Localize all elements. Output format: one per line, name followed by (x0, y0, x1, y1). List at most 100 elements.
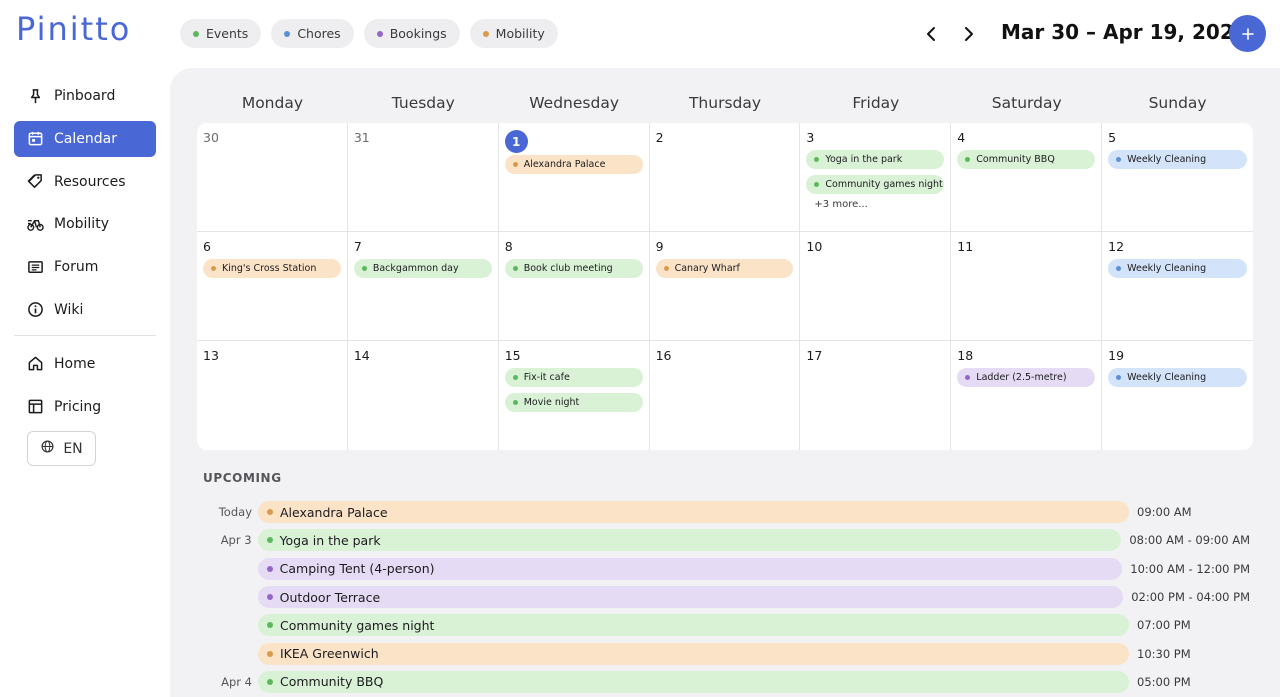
event-dot (1116, 266, 1122, 271)
calendar-event[interactable]: Weekly Cleaning (1108, 150, 1247, 169)
day-cell[interactable]: 12 Weekly Cleaning (1102, 232, 1253, 341)
upcoming-row: Camping Tent (4-person) 10:00 AM - 12:00 … (200, 555, 1250, 583)
language-button[interactable]: EN (27, 431, 96, 467)
date-range-title: Mar 30 – Apr 19, 2026 (1001, 20, 1248, 44)
weekday-friday: Friday (852, 94, 900, 112)
day-cell[interactable]: 9 Canary Wharf (649, 232, 801, 341)
upcoming-list: Today Alexandra Palace 09:00 AM Apr 3 Yoga i… (200, 498, 1250, 696)
sidebar-item-forum[interactable]: Forum (14, 249, 156, 285)
day-cell[interactable]: 30 (197, 123, 348, 232)
upcoming-event[interactable]: Yoga in the park (257, 529, 1122, 552)
calendar-event[interactable]: Backgammon day (353, 259, 492, 278)
calendar-event[interactable]: Fix-it cafe (504, 368, 643, 387)
event-label: Alexandra Palace (523, 159, 606, 170)
calendar-event[interactable]: Ladder (2.5-metre) (957, 368, 1096, 387)
calendar-event[interactable]: Community BBQ (957, 150, 1096, 169)
calendar-event[interactable]: Book club meeting (504, 259, 643, 278)
day-cell[interactable]: 6 King's Cross Station (197, 232, 348, 341)
calendar-event[interactable]: King's Cross Station (203, 259, 341, 278)
prev-period-button[interactable] (918, 20, 944, 48)
filter-chip-events[interactable]: Events (180, 19, 262, 48)
day-cell[interactable]: 4 Community BBQ (951, 123, 1103, 232)
upcoming-row: IKEA Greenwich 10:30 PM (200, 639, 1250, 667)
day-cell[interactable]: 15 Fix-it cafe Movie night (499, 341, 650, 450)
sidebar-item-label: Wiki (54, 301, 84, 318)
upcoming-row: Today Alexandra Palace 09:00 AM (200, 498, 1250, 526)
filter-chip-mobility[interactable]: Mobility (469, 19, 558, 48)
event-dot (1116, 157, 1122, 162)
add-event-button[interactable] (1229, 15, 1266, 52)
event-dot (663, 266, 669, 271)
filter-dot (193, 30, 199, 37)
upcoming-title: UPCOMING (203, 471, 282, 485)
day-cell[interactable]: 1 Alexandra Palace (498, 123, 650, 232)
upcoming-time: 08:00 AM - 09:00 AM (1129, 533, 1250, 548)
day-number: 8 (504, 239, 513, 254)
upcoming-date: Today (218, 505, 252, 520)
calendar-event[interactable]: Movie night (504, 392, 643, 412)
sidebar-item-resources[interactable]: Resources (14, 164, 156, 200)
sidebar-item-calendar[interactable]: Calendar (14, 120, 156, 157)
calendar-event[interactable]: Weekly Cleaning (1108, 259, 1247, 278)
day-cell[interactable]: 7 Backgammon day (347, 232, 499, 341)
sidebar-item-wiki[interactable]: Wiki (14, 292, 156, 328)
day-number: 9 (655, 239, 664, 254)
day-cell[interactable]: 10 (800, 232, 952, 341)
more-events-link[interactable]: +3 more... (806, 199, 944, 210)
day-number: 5 (1108, 130, 1117, 145)
calendar-grid: 30 31 1 Alexandra Palace 2 3 Yoga in the park C… (197, 123, 1253, 450)
day-cell[interactable]: 8 Book club meeting (498, 232, 650, 341)
sidebar-item-home[interactable]: Home (14, 346, 156, 382)
day-cell[interactable]: 18 Ladder (2.5-metre) (951, 341, 1103, 450)
sidebar-item-mobility[interactable]: Mobility (14, 206, 156, 242)
filter-chip-bookings[interactable]: Bookings (363, 19, 460, 48)
day-number: 12 (1108, 239, 1125, 254)
calendar-event[interactable]: Yoga in the park (806, 150, 945, 169)
main-panel: Monday Tuesday Wednesday Thursday Friday Satu… (170, 68, 1280, 697)
day-number: 10 (806, 239, 823, 254)
upcoming-event[interactable]: IKEA Greenwich (258, 642, 1129, 665)
calendar-event[interactable]: Alexandra Palace (504, 155, 643, 174)
weekday-saturday: Saturday (991, 94, 1062, 112)
event-label: Weekly Cleaning (1127, 154, 1207, 165)
event-label: Weekly Cleaning (1127, 372, 1207, 383)
day-cell[interactable]: 2 (649, 123, 801, 232)
upcoming-time: 10:00 AM - 12:00 PM (1130, 561, 1250, 576)
sidebar-item-pinboard[interactable]: Pinboard (14, 78, 156, 114)
calendar-event[interactable]: Canary Wharf (655, 259, 794, 278)
today-date-badge: 1 (504, 130, 528, 153)
day-cell[interactable]: 16 (650, 341, 801, 450)
next-period-button[interactable] (956, 20, 982, 48)
day-number: 2 (655, 130, 664, 145)
day-cell[interactable]: 3 Yoga in the park Community games night +3… (800, 123, 952, 232)
day-cell[interactable]: 5 Weekly Cleaning (1102, 123, 1253, 232)
filter-dot (284, 30, 291, 37)
plus-icon (1241, 27, 1254, 40)
day-number: 6 (203, 239, 211, 254)
upcoming-event[interactable]: Camping Tent (4-person) (257, 557, 1123, 580)
calendar-icon (27, 130, 44, 147)
sidebar-item-pricing[interactable]: Pricing (14, 389, 156, 425)
day-cell[interactable]: 17 (800, 341, 952, 450)
upcoming-event[interactable]: Community games night (258, 614, 1129, 637)
day-cell[interactable]: 31 (347, 123, 499, 232)
day-number: 3 (806, 130, 815, 145)
app-logo[interactable]: Pinitto (16, 10, 131, 48)
calendar-event[interactable]: Community games night (806, 174, 945, 194)
day-cell[interactable]: 11 (951, 232, 1103, 341)
upcoming-event[interactable]: Alexandra Palace (258, 501, 1129, 524)
day-cell[interactable]: 14 (348, 341, 499, 450)
day-cell[interactable]: 13 (197, 341, 348, 450)
filter-chip-chores[interactable]: Chores (271, 19, 354, 48)
upcoming-event[interactable]: Community BBQ (258, 670, 1129, 693)
chevron-right-icon (965, 27, 973, 41)
weekday-tuesday: Tuesday (391, 94, 455, 112)
language-label: EN (63, 440, 83, 457)
event-label: Ladder (2.5-metre) (976, 372, 1067, 383)
day-number: 16 (655, 348, 672, 363)
upcoming-time: 05:00 PM (1137, 674, 1191, 689)
day-cell[interactable]: 19 Weekly Cleaning (1102, 341, 1253, 450)
tags-icon (27, 173, 44, 190)
upcoming-event[interactable]: Outdoor Terrace (257, 586, 1124, 609)
calendar-event[interactable]: Weekly Cleaning (1108, 368, 1247, 387)
